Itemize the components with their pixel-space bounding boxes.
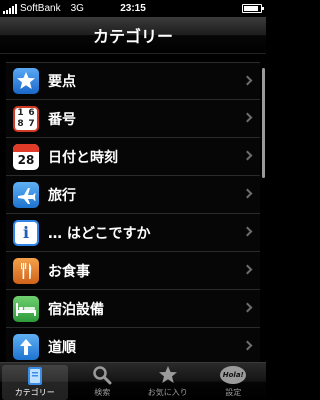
search-icon: [92, 364, 112, 386]
chevron-right-icon: [242, 226, 253, 237]
info-glyph: i: [22, 223, 30, 242]
category-row-numbers[interactable]: 1687 番号: [6, 100, 260, 138]
chevron-right-icon: [242, 340, 253, 351]
category-row-where-is[interactable]: i … はどこですか: [6, 214, 260, 252]
category-row-dining[interactable]: お食事: [6, 252, 260, 290]
tab-bar: カテゴリー 検索 お気に入り Hola! 設定: [0, 362, 266, 400]
calendar-day: 28: [17, 152, 35, 167]
tab-favorites[interactable]: お気に入り: [135, 363, 201, 400]
chevron-right-icon: [242, 188, 253, 199]
tab-categories[interactable]: カテゴリー: [2, 365, 68, 400]
tab-search[interactable]: 検索: [70, 363, 136, 400]
book-icon: [27, 365, 43, 386]
category-label: 番号: [48, 111, 76, 128]
tab-label: カテゴリー: [14, 388, 55, 397]
chevron-right-icon: [242, 112, 253, 123]
directions-icon: [13, 333, 39, 360]
network-type: 3G: [70, 3, 84, 14]
category-label: 日付と時刻: [48, 149, 118, 166]
chevron-right-icon: [242, 302, 253, 313]
signal-strength-icon: [3, 3, 17, 14]
info-icon: i: [13, 219, 39, 246]
category-row-accommodation[interactable]: 宿泊設備: [6, 290, 260, 328]
category-row-directions[interactable]: 道順: [6, 328, 260, 362]
app-screen: SoftBank 3G 23:15 カテゴリー 要点 1687 番号 28 日付…: [0, 0, 266, 400]
tab-label: 設定: [225, 388, 242, 397]
category-list[interactable]: 要点 1687 番号 28 日付と時刻 旅行 i … はどこですか お食事 宿泊…: [0, 62, 266, 362]
chevron-right-icon: [242, 264, 253, 275]
numbers-icon: 1687: [13, 105, 39, 132]
category-row-travel[interactable]: 旅行: [6, 176, 260, 214]
navigation-bar: カテゴリー: [0, 17, 266, 54]
cutlery-icon: [13, 257, 39, 284]
bed-icon: [13, 295, 39, 322]
calendar-icon: 28: [13, 143, 39, 170]
status-bar: SoftBank 3G 23:15: [0, 0, 266, 17]
tab-settings[interactable]: Hola! 設定: [201, 363, 267, 400]
category-label: 要点: [48, 74, 76, 90]
star-icon: [158, 364, 178, 386]
category-label: 旅行: [48, 187, 76, 204]
category-label: お食事: [48, 263, 90, 280]
carrier-name: SoftBank: [20, 3, 61, 14]
star-icon: [13, 68, 39, 94]
hola-text: Hola!: [222, 371, 244, 379]
category-row-essentials[interactable]: 要点: [6, 62, 260, 100]
airplane-icon: [13, 181, 39, 208]
category-label: 宿泊設備: [48, 301, 104, 318]
tab-label: 検索: [94, 388, 111, 397]
chevron-right-icon: [242, 75, 253, 86]
hola-icon: Hola!: [220, 364, 247, 386]
chevron-right-icon: [242, 150, 253, 161]
category-label: 道順: [48, 339, 76, 356]
category-row-date-time[interactable]: 28 日付と時刻: [6, 138, 260, 176]
page-title: カテゴリー: [92, 27, 173, 46]
category-label: … はどこですか: [48, 225, 151, 242]
battery-icon: [242, 4, 264, 13]
tab-label: お気に入り: [147, 388, 188, 397]
list-scrollbar[interactable]: [262, 68, 265, 178]
